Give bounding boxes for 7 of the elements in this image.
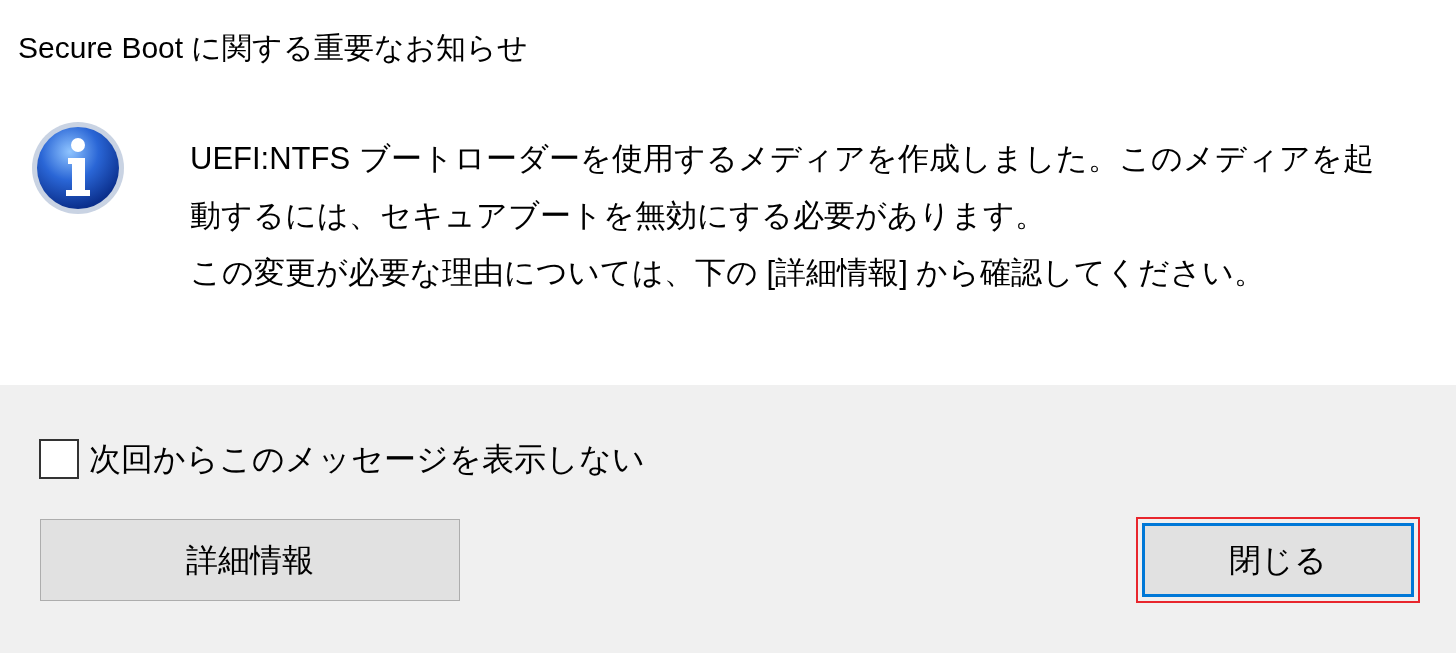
dialog-button[interactable]: 閉じる [1142,523,1414,597]
dialog-button[interactable]: 詳細情報 [40,519,460,601]
checkbox-label[interactable]: 次回からこのメッセージを表示しない [89,439,645,479]
dialog-title: Secure Boot に関する重要なお知らせ [18,30,529,66]
info-icon [30,120,126,216]
message-text: UEFI:NTFS ブートローダーを使用するメディアを作成しました。このメディアを起 動するには、セキュアブートを無効にする必要があります。 この変更が必要な理由については、下の [詳細情報] から確認してください。 [190,140,1374,292]
checkbox[interactable] [39,439,79,479]
